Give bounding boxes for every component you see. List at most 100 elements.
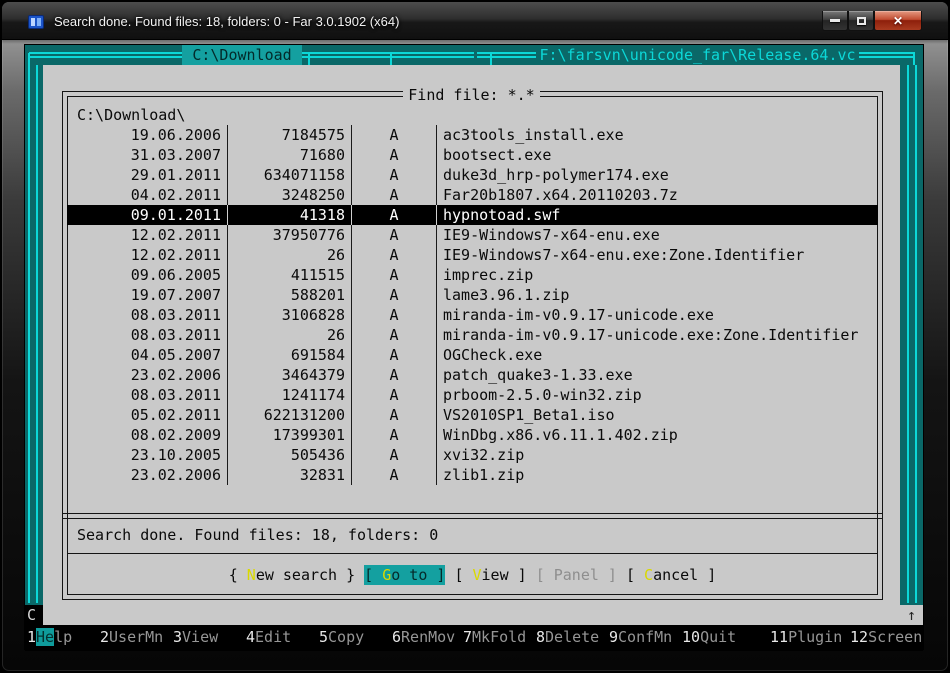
dialog-button[interactable]: { New search } <box>229 565 355 585</box>
list-bottom-line-1 <box>63 513 882 514</box>
file-row[interactable]: 23.02.2006 32831 A zlib1.zip <box>67 465 878 485</box>
keybar-label: MkFold <box>472 628 526 646</box>
keybar-item[interactable]: 5Copy <box>319 627 364 647</box>
left-panel-tab[interactable]: C:\Download <box>182 45 302 65</box>
file-size: 17399301 <box>228 425 352 445</box>
file-attr: A <box>352 185 437 205</box>
keybar-item[interactable]: 10Quit <box>682 627 736 647</box>
dialog-button[interactable]: [ View ] <box>454 565 526 585</box>
file-row[interactable]: 08.03.2011 1241174 A prboom-2.5.0-win32.… <box>67 385 878 405</box>
window-title: Search done. Found files: 18, folders: 0… <box>54 14 399 29</box>
file-row[interactable]: 31.03.2007 71680 A bootsect.exe <box>67 145 878 165</box>
keybar-number: 12 <box>850 628 868 646</box>
button-bracket: [ <box>364 566 382 584</box>
close-button[interactable]: ✕ <box>874 11 922 31</box>
file-size: 3106828 <box>228 305 352 325</box>
keybar-item[interactable]: 9ConfMn <box>609 627 672 647</box>
keybar-item[interactable]: 1Help <box>27 627 72 647</box>
file-row[interactable]: 12.02.2011 37950776 A IE9-Windows7-x64-e… <box>67 225 878 245</box>
keybar-item[interactable]: 6RenMov <box>392 627 455 647</box>
keybar-label: Delete <box>545 628 599 646</box>
keybar-item[interactable]: 12Screen <box>850 627 922 647</box>
keybar-number: 7 <box>463 628 472 646</box>
keybar-item[interactable]: 8Delete <box>536 627 599 647</box>
file-attr: A <box>352 325 437 345</box>
file-row[interactable]: 12.02.2011 26 A IE9-Windows7-x64-enu.exe… <box>67 245 878 265</box>
scroll-up-arrow[interactable]: ↑ <box>900 605 923 625</box>
keybar-label: ConfMn <box>618 628 672 646</box>
file-size: 505436 <box>228 445 352 465</box>
file-row[interactable]: 09.06.2005 411515 A imprec.zip <box>67 265 878 285</box>
file-row[interactable]: 23.02.2006 3464379 A patch_quake3-1.33.e… <box>67 365 878 385</box>
file-row[interactable]: 09.01.2011 41318 A hypnotoad.swf <box>67 205 878 225</box>
file-row[interactable]: 04.05.2007 691584 A OGCheck.exe <box>67 345 878 365</box>
keybar-item[interactable]: 7MkFold <box>463 627 526 647</box>
minimize-button[interactable] <box>822 11 848 31</box>
icon-right-panel <box>37 18 41 26</box>
keybar-number: 10 <box>682 628 700 646</box>
file-date: 31.03.2007 <box>67 145 228 165</box>
header-line-left <box>29 52 182 58</box>
file-row[interactable]: 08.03.2011 3106828 A miranda-im-v0.9.17-… <box>67 305 878 325</box>
button-bracket: { <box>229 566 247 584</box>
file-date: 08.03.2011 <box>67 385 228 405</box>
button-label: o to ] <box>391 566 445 584</box>
file-name: OGCheck.exe <box>437 345 878 365</box>
file-size: 622131200 <box>228 405 352 425</box>
file-name: miranda-im-v0.9.17-unicode.exe:Zone.Iden… <box>437 325 878 345</box>
close-icon: ✕ <box>893 14 903 28</box>
file-attr: A <box>352 445 437 465</box>
file-size: 634071158 <box>228 165 352 185</box>
file-name: Far20b1807.x64.20110203.7z <box>437 185 878 205</box>
file-name: IE9-Windows7-x64-enu.exe <box>437 225 878 245</box>
file-attr: A <box>352 385 437 405</box>
file-size: 41318 <box>228 205 352 225</box>
search-path: C:\Download\ <box>77 105 185 125</box>
file-row[interactable]: 29.01.2011 634071158 A duke3d_hrp-polyme… <box>67 165 878 185</box>
file-size: 71680 <box>228 145 352 165</box>
file-row[interactable]: 19.07.2007 588201 A lame3.96.1.zip <box>67 285 878 305</box>
file-date: 12.02.2011 <box>67 225 228 245</box>
maximize-button[interactable] <box>848 11 874 31</box>
file-attr: A <box>352 165 437 185</box>
right-panel-title[interactable]: F:\farsvn\unicode_far\Release.64.vc <box>536 45 859 65</box>
keybar-item[interactable]: 11Plugin <box>770 627 842 647</box>
file-size: 32831 <box>228 465 352 485</box>
file-row[interactable]: 04.02.2011 3248250 A Far20b1807.x64.2011… <box>67 185 878 205</box>
dialog-button[interactable]: [ Panel ] <box>536 565 617 585</box>
file-name: zlib1.zip <box>437 465 878 485</box>
file-row[interactable]: 05.02.2011 622131200 A VS2010SP1_Beta1.i… <box>67 405 878 425</box>
file-row[interactable]: 19.06.2006 7184575 A ac3tools_install.ex… <box>67 125 878 145</box>
header-line-right1 <box>477 52 536 58</box>
file-row[interactable]: 23.10.2005 505436 A xvi32.zip <box>67 445 878 465</box>
keybar-item[interactable]: 3View <box>173 627 218 647</box>
keybar-number: 1 <box>27 628 36 646</box>
keybar-item[interactable]: 2UserMn <box>100 627 163 647</box>
panel-divider-stub-1 <box>308 54 310 65</box>
file-name: imprec.zip <box>437 265 878 285</box>
keybar-item[interactable]: 4Edit <box>246 627 291 647</box>
file-name: patch_quake3-1.33.exe <box>437 365 878 385</box>
far-manager-icon <box>28 15 44 29</box>
command-line-fragment[interactable]: C <box>25 605 43 625</box>
button-label: ancel ] <box>653 566 716 584</box>
file-date: 23.10.2005 <box>67 445 228 465</box>
file-date: 23.02.2006 <box>67 465 228 485</box>
file-attr: A <box>352 285 437 305</box>
panel-divider-stub-2 <box>390 54 392 65</box>
keybar-number: 4 <box>246 628 255 646</box>
dialog-button[interactable]: [ Cancel ] <box>626 565 716 585</box>
file-size: 26 <box>228 245 352 265</box>
panel-corner-left <box>28 53 30 65</box>
dialog-button[interactable]: [ Go to ] <box>364 565 445 585</box>
title-bar[interactable]: Search done. Found files: 18, folders: 0… <box>2 2 948 40</box>
dialog-buttons: { New search } [ Go to ] [ View ] [ Pane… <box>67 565 878 585</box>
file-size: 411515 <box>228 265 352 285</box>
button-hotkey: V <box>473 566 482 584</box>
file-row[interactable]: 08.03.2011 26 A miranda-im-v0.9.17-unico… <box>67 325 878 345</box>
file-row[interactable]: 08.02.2009 17399301 A WinDbg.x86.v6.11.1… <box>67 425 878 445</box>
keybar-label: Plugin <box>788 628 842 646</box>
icon-left-panel <box>31 18 35 26</box>
button-hotkey: N <box>247 566 256 584</box>
keybar-number: 6 <box>392 628 401 646</box>
